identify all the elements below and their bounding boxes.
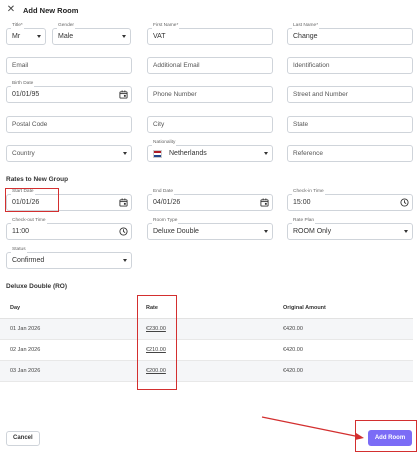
last-name-field[interactable]: Last Name* Change	[287, 23, 413, 45]
table-row: 01 Jan 2026 €230.00 €420.00	[0, 319, 413, 340]
postal-code-field[interactable]: Postal Code	[6, 116, 132, 133]
start-date-field[interactable]: Start Date 01/01/26	[6, 189, 132, 211]
clock-icon[interactable]	[400, 198, 409, 207]
rate-plan-select[interactable]: Rate Plan ROOM Only	[287, 218, 413, 240]
gender-select[interactable]: Gender Male	[52, 23, 131, 45]
rates-section-heading: Rates to New Group	[6, 176, 69, 183]
column-rate-header: Rate	[146, 305, 158, 311]
calendar-icon[interactable]	[260, 198, 269, 207]
chevron-down-icon	[404, 230, 408, 233]
calendar-icon[interactable]	[119, 90, 128, 99]
room-table-heading: Deluxe Double (RO)	[6, 283, 68, 290]
close-icon[interactable]: ✕	[6, 5, 16, 15]
clock-icon[interactable]	[119, 227, 128, 236]
table-header: Day Rate Original Amount	[0, 298, 413, 319]
check-in-time-field[interactable]: Check-in Time 15:00	[287, 189, 413, 211]
phone-field[interactable]: Phone Number	[147, 86, 273, 103]
birth-date-field[interactable]: Birth Date 01/01/95	[6, 81, 132, 103]
rate-link[interactable]: €230.00	[146, 326, 166, 332]
netherlands-flag-icon	[153, 150, 162, 158]
page-title: Add New Room	[23, 5, 79, 15]
chevron-down-icon	[122, 35, 126, 38]
calendar-icon[interactable]	[119, 198, 128, 207]
nationality-select[interactable]: Nationality Netherlands	[147, 140, 273, 162]
title-select[interactable]: Title* Mr	[6, 23, 46, 45]
city-field[interactable]: City	[147, 116, 273, 133]
reference-field[interactable]: Reference	[287, 145, 413, 162]
column-original-amount-header: Original Amount	[283, 305, 326, 311]
check-out-time-field[interactable]: Check-out Time 11:00	[6, 218, 132, 240]
cancel-button[interactable]: Cancel	[6, 431, 40, 446]
chevron-down-icon	[264, 152, 268, 155]
status-select[interactable]: Status Confirmed	[6, 247, 132, 269]
chevron-down-icon	[264, 230, 268, 233]
room-type-select[interactable]: Room Type Deluxe Double	[147, 218, 273, 240]
country-select[interactable]: Country	[6, 145, 132, 162]
column-day-header: Day	[10, 305, 21, 311]
rates-table: Day Rate Original Amount 01 Jan 2026 €23…	[0, 298, 413, 382]
additional-email-field[interactable]: Additional Email	[147, 57, 273, 74]
add-room-button[interactable]: Add Room	[368, 430, 412, 446]
identification-field[interactable]: Identification	[287, 57, 413, 74]
table-row: 02 Jan 2026 €210.00 €420.00	[0, 340, 413, 361]
first-name-field[interactable]: First Name* VAT	[147, 23, 273, 45]
dialog-header: ✕ Add New Room	[6, 3, 79, 17]
rate-link[interactable]: €200.00	[146, 368, 166, 374]
chevron-down-icon	[123, 259, 127, 262]
rate-link[interactable]: €210.00	[146, 347, 166, 353]
state-field[interactable]: State	[287, 116, 413, 133]
email-field[interactable]: Email	[6, 57, 132, 74]
street-field[interactable]: Street and Number	[287, 86, 413, 103]
chevron-down-icon	[123, 152, 127, 155]
chevron-down-icon	[37, 35, 41, 38]
table-row: 03 Jan 2026 €200.00 €420.00	[0, 361, 413, 382]
end-date-field[interactable]: End Date 04/01/26	[147, 189, 273, 211]
